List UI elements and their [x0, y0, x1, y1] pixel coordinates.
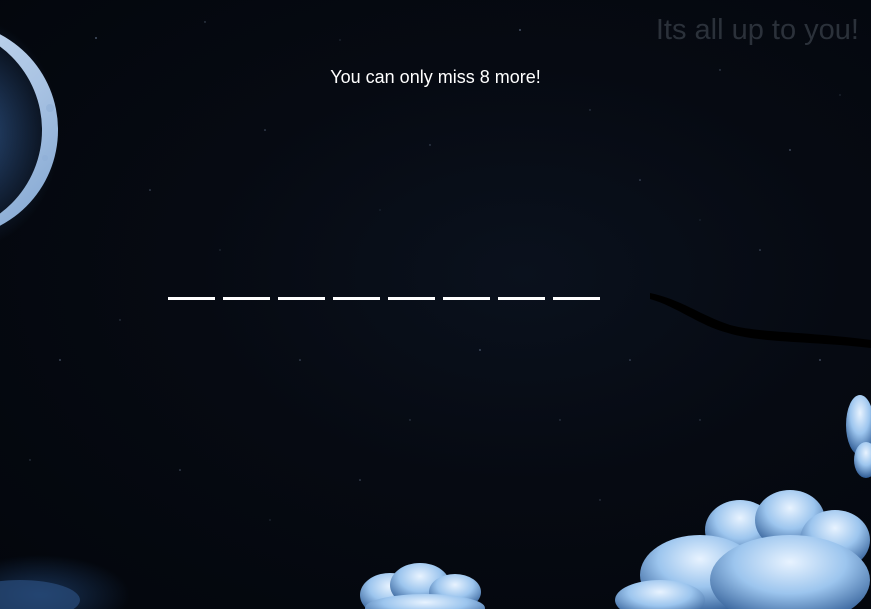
letter-slot-5 [388, 281, 435, 300]
letter-slot-1 [168, 281, 215, 300]
letter-slot-6 [443, 281, 490, 300]
letter-slot-4 [333, 281, 380, 300]
letter-slot-7 [498, 281, 545, 300]
night-sky-scene: Its all up to you! You can only miss 8 m… [0, 0, 871, 609]
hidden-word [168, 281, 600, 300]
misses-remaining-message: You can only miss 8 more! [330, 67, 541, 87]
tagline-text: Its all up to you! [655, 14, 859, 46]
tree-branch-silhouette [650, 293, 871, 348]
crescent-moon-icon [0, 24, 60, 242]
letter-slot-3 [278, 281, 325, 300]
letter-slot-8 [553, 281, 600, 300]
clouds-foreground [0, 395, 871, 609]
letter-slot-2 [223, 281, 270, 300]
